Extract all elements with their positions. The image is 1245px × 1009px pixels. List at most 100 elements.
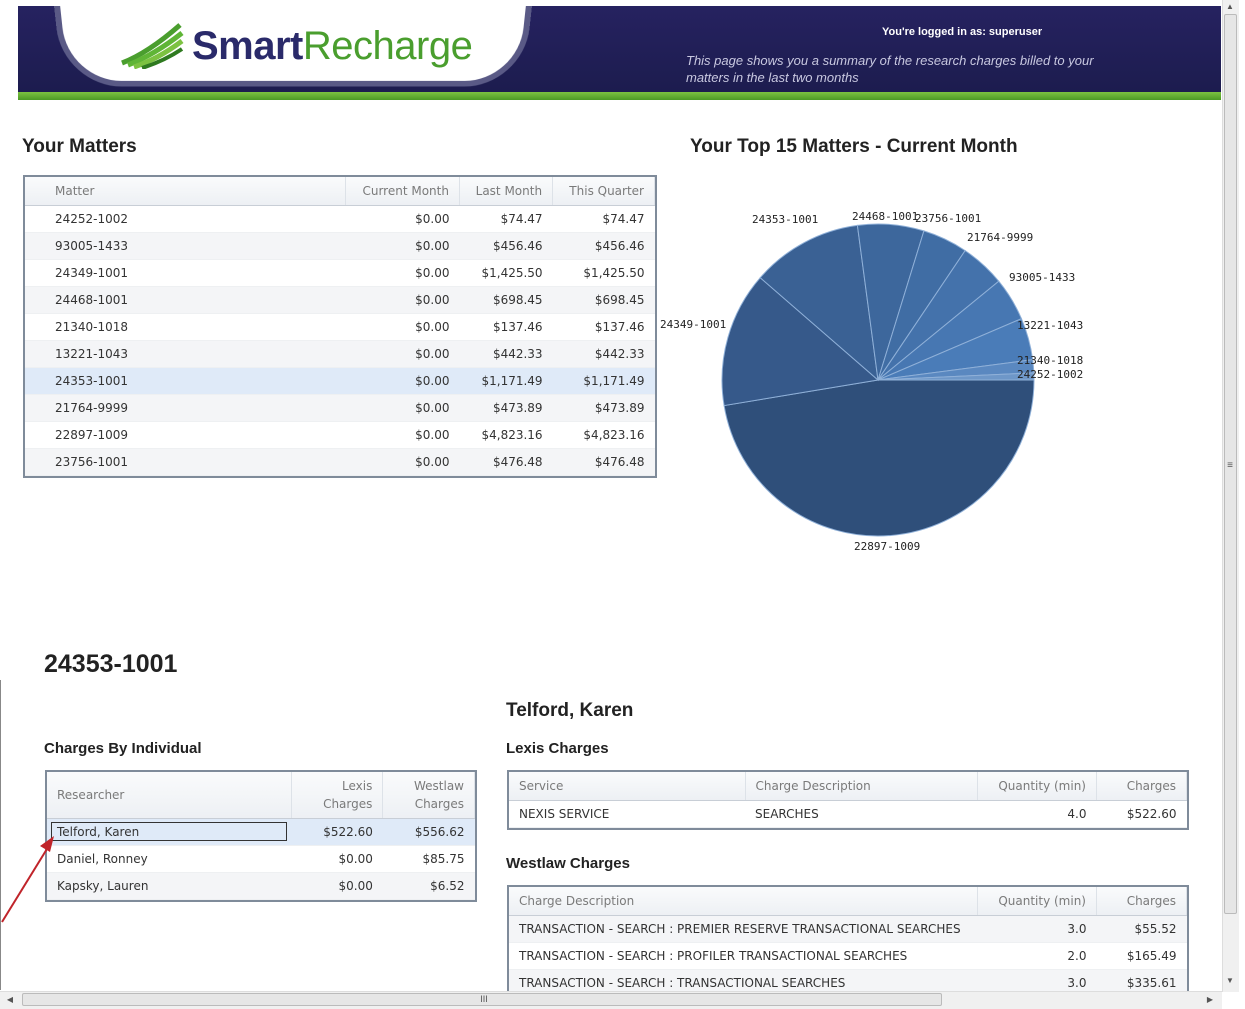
logo[interactable]: SmartRecharge <box>118 20 473 72</box>
researcher-name-link[interactable]: Kapsky, Lauren <box>47 872 292 900</box>
last-month-value: $476.48 <box>459 448 553 476</box>
matter-row[interactable]: 22897-1009 $0.00 $4,823.16 $4,823.16 <box>25 421 655 449</box>
quantity-value: 4.0 <box>977 800 1097 828</box>
current-month-value: $0.00 <box>345 205 460 233</box>
logged-in-status: You're logged in as: superuser <box>882 26 1043 38</box>
westlaw-row: TRANSACTION - SEARCH : PREMIER RESERVE T… <box>509 915 1187 943</box>
horizontal-scroll-grip-icon: III <box>480 994 488 1004</box>
header-banner: SmartRecharge You're logged in as: super… <box>18 6 1221 94</box>
column-header-matter[interactable]: Matter <box>25 177 346 206</box>
scroll-up-arrow-icon[interactable]: ▲ <box>1224 2 1236 11</box>
column-header-westlaw-quantity[interactable]: Quantity (min) <box>977 887 1097 916</box>
matter-row[interactable]: 24349-1001 $0.00 $1,425.50 $1,425.50 <box>25 259 655 287</box>
column-header-westlaw-charges[interactable]: Westlaw Charges <box>382 772 475 819</box>
logo-recharge: Recharge <box>302 23 473 68</box>
top15-title: Your Top 15 Matters - Current Month <box>690 136 1018 157</box>
column-header-service[interactable]: Service <box>509 772 746 801</box>
scroll-down-arrow-icon[interactable]: ▼ <box>1224 976 1236 985</box>
lexis-header-row: Service Charge Description Quantity (min… <box>509 772 1187 801</box>
service-value: NEXIS SERVICE <box>509 800 745 828</box>
matter-link[interactable]: 22897-1009 <box>25 421 345 449</box>
quantity-value: 3.0 <box>977 915 1097 943</box>
column-header-charges[interactable]: Charges <box>1096 772 1187 801</box>
last-month-value: $456.46 <box>459 232 553 260</box>
top15-pie-chart: 22897-1009 24349-1001 24353-1001 24468-1001… <box>660 210 1083 553</box>
column-header-last-month[interactable]: Last Month <box>459 177 554 206</box>
charge-description-value: TRANSACTION - SEARCH : TRANSACTIONAL SEA… <box>509 969 977 991</box>
quantity-value: 3.0 <box>977 969 1097 991</box>
vertical-scroll-grip-icon: ≡ <box>1227 460 1233 471</box>
current-month-value: $0.00 <box>345 448 460 476</box>
current-month-value: $0.00 <box>345 421 460 449</box>
charge-description-value: TRANSACTION - SEARCH : PREMIER RESERVE T… <box>509 915 977 943</box>
column-header-quantity[interactable]: Quantity (min) <box>977 772 1097 801</box>
column-header-lexis-charges[interactable]: Lexis Charges <box>291 772 384 819</box>
individual-header-row: Researcher Lexis Charges Westlaw Charges <box>47 772 475 819</box>
matter-link[interactable]: 21340-1018 <box>25 313 345 341</box>
pie-label-23756-1001: 23756-1001 <box>915 212 981 225</box>
charges-value: $522.60 <box>1096 800 1187 828</box>
pie-slice-22897-1009[interactable] <box>723 379 1035 537</box>
selected-matter-title: 24353-1001 <box>44 650 178 678</box>
page-viewport: SmartRecharge You're logged in as: super… <box>0 0 1245 1009</box>
matter-row[interactable]: 21764-9999 $0.00 $473.89 $473.89 <box>25 394 655 422</box>
matter-link[interactable]: 24349-1001 <box>25 259 345 287</box>
lexis-charges-value: $0.00 <box>291 845 383 873</box>
researcher-row[interactable]: Kapsky, Lauren $0.00 $6.52 <box>47 872 475 900</box>
matter-link[interactable]: 23756-1001 <box>25 448 345 476</box>
last-month-value: $473.89 <box>459 394 553 422</box>
matter-row[interactable]: 24252-1002 $0.00 $74.47 $74.47 <box>25 205 655 233</box>
matter-link[interactable]: 24252-1002 <box>25 205 345 233</box>
matter-row[interactable]: 24353-1001 $0.00 $1,171.49 $1,171.49 <box>25 367 655 395</box>
pie-label-24468-1001: 24468-1001 <box>852 210 918 223</box>
researcher-name-link[interactable]: Telford, Karen <box>47 818 292 846</box>
matter-link[interactable]: 21764-9999 <box>25 394 345 422</box>
column-header-westlaw-charges[interactable]: Charges <box>1096 887 1187 916</box>
column-header-researcher[interactable]: Researcher <box>47 772 292 819</box>
lexis-row: NEXIS SERVICE SEARCHES 4.0 $522.60 <box>509 800 1187 828</box>
current-month-value: $0.00 <box>345 313 460 341</box>
matter-link[interactable]: 24468-1001 <box>25 286 345 314</box>
matter-link[interactable]: 13221-1043 <box>25 340 345 368</box>
matter-row[interactable]: 93005-1433 $0.00 $456.46 $456.46 <box>25 232 655 260</box>
researcher-name-title: Telford, Karen <box>506 700 634 721</box>
pie-label-13221-1043: 13221-1043 <box>1017 319 1083 332</box>
current-month-value: $0.00 <box>345 367 460 395</box>
current-month-value: $0.00 <box>345 232 460 260</box>
pie-label-24353-1001: 24353-1001 <box>752 213 818 226</box>
matter-row[interactable]: 24468-1001 $0.00 $698.45 $698.45 <box>25 286 655 314</box>
individual-rows: Telford, Karen $522.60 $556.62 Daniel, Ronn… <box>47 818 475 900</box>
pie-label-93005-1433: 93005-1433 <box>1009 271 1075 284</box>
individual-charges-table: Researcher Lexis Charges Westlaw Charges… <box>45 770 477 902</box>
westlaw-charges-value: $6.52 <box>382 872 475 900</box>
researcher-name-link[interactable]: Daniel, Ronney <box>47 845 292 873</box>
lexis-charges-value: $0.00 <box>291 872 383 900</box>
charges-value: $165.49 <box>1096 942 1187 970</box>
westlaw-row: TRANSACTION - SEARCH : PROFILER TRANSACT… <box>509 942 1187 970</box>
westlaw-header-row: Charge Description Quantity (min) Charge… <box>509 887 1187 916</box>
column-header-charge-description[interactable]: Charge Description <box>745 772 978 801</box>
current-month-value: $0.00 <box>345 340 460 368</box>
pie-label-24252-1002: 24252-1002 <box>1017 368 1083 381</box>
matters-header-row: Matter Current Month Last Month This Qua… <box>25 177 655 206</box>
scroll-right-arrow-icon[interactable]: ▶ <box>1204 995 1216 1004</box>
researcher-row[interactable]: Telford, Karen $522.60 $556.62 <box>47 818 475 846</box>
logo-smart: Smart <box>192 23 303 68</box>
matters-rows: 24252-1002 $0.00 $74.47 $74.47 93005-1433 $0.… <box>25 205 655 476</box>
westlaw-rows: TRANSACTION - SEARCH : PREMIER RESERVE T… <box>509 915 1187 991</box>
matter-row[interactable]: 23756-1001 $0.00 $476.48 $476.48 <box>25 448 655 476</box>
researcher-row[interactable]: Daniel, Ronney $0.00 $85.75 <box>47 845 475 873</box>
your-matters-title: Your Matters <box>22 136 137 157</box>
logo-swoosh-icon <box>121 23 184 69</box>
matter-link[interactable]: 93005-1433 <box>25 232 345 260</box>
column-header-westlaw-description[interactable]: Charge Description <box>509 887 978 916</box>
matter-row[interactable]: 13221-1043 $0.00 $442.33 $442.33 <box>25 340 655 368</box>
current-month-value: $0.00 <box>345 286 460 314</box>
matter-row[interactable]: 21340-1018 $0.00 $137.46 $137.46 <box>25 313 655 341</box>
scroll-left-arrow-icon[interactable]: ◀ <box>4 995 16 1004</box>
pie-label-21340-1018: 21340-1018 <box>1017 354 1083 367</box>
column-header-current-month[interactable]: Current Month <box>345 177 460 206</box>
last-month-value: $698.45 <box>459 286 553 314</box>
westlaw-charges-value: $556.62 <box>382 818 475 846</box>
matter-link[interactable]: 24353-1001 <box>25 367 345 395</box>
